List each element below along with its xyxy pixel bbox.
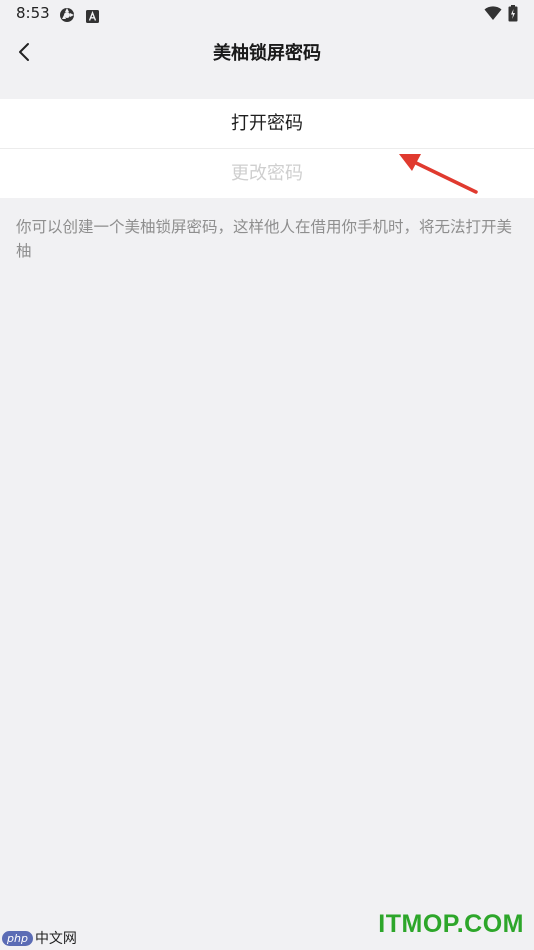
a-badge-icon [86,8,99,27]
battery-icon [508,5,518,26]
page-title: 美柚锁屏密码 [213,43,321,64]
help-description: 你可以创建一个美柚锁屏密码，这样他人在借用你手机时，将无法打开美柚 [16,218,513,260]
wifi-icon [484,6,502,25]
red-arrow-annotation [390,145,490,209]
php-cn-text: 中文网 [34,931,77,947]
itmop-watermark: ITMOP.COM [378,910,524,938]
php-cn-watermark: php 中文网 [2,928,77,948]
nav-bar: 美柚锁屏密码 [0,30,534,74]
app-notification-icon [58,6,76,28]
status-bar: 8:53 [0,0,534,30]
status-time: 8:53 [16,4,50,22]
php-logo-badge: php [2,930,33,946]
open-password-option[interactable]: 打开密码 [0,99,534,148]
